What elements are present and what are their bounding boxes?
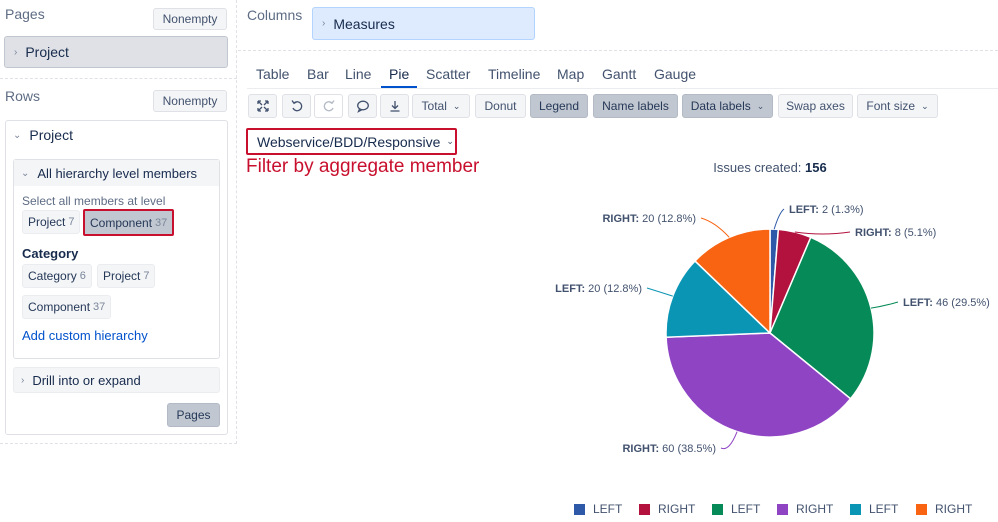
pie-data-label-2: LEFT: 46 (29.5%) [903,297,990,309]
pie-connector-4 [646,287,673,297]
legend-item-1[interactable]: RIGHT [639,502,695,516]
pie-connector-3 [720,431,738,450]
pie-connector-2 [870,301,899,309]
legend-label: RIGHT [935,502,973,516]
pie-chart: LEFT: 2 (1.3%) RIGHT: 8 (5.1%) LEFT: 46 (2… [555,204,990,455]
pie-data-label-3: RIGHT: 60 (38.5%) [622,443,716,455]
legend-item-0[interactable]: LEFT [574,502,622,516]
legend-swatch [639,503,650,515]
legend-item-4[interactable]: LEFT [850,502,898,516]
legend-label: LEFT [731,502,761,516]
legend-label: RIGHT [658,502,696,516]
pie-data-label-0: LEFT: 2 (1.3%) [789,204,864,216]
legend-item-2[interactable]: LEFT [712,502,760,516]
pie-data-label-1: RIGHT: 8 (5.1%) [855,227,936,239]
legend-label: LEFT [593,502,623,516]
legend-swatch [777,503,788,515]
legend-label: RIGHT [796,502,834,516]
legend-swatch [850,503,861,515]
legend-item-3[interactable]: RIGHT [777,502,833,516]
pie-connector-5 [700,217,730,238]
legend-swatch [574,503,585,515]
pie-data-label-4: LEFT: 20 (12.8%) [555,283,642,295]
legend-item-5[interactable]: RIGHT [916,502,972,516]
legend-label: LEFT [869,502,899,516]
pie-data-label-5: RIGHT: 20 (12.8%) [602,213,696,225]
pie-connector-0 [773,208,785,230]
legend-swatch [712,503,723,515]
legend-swatch [916,503,927,515]
